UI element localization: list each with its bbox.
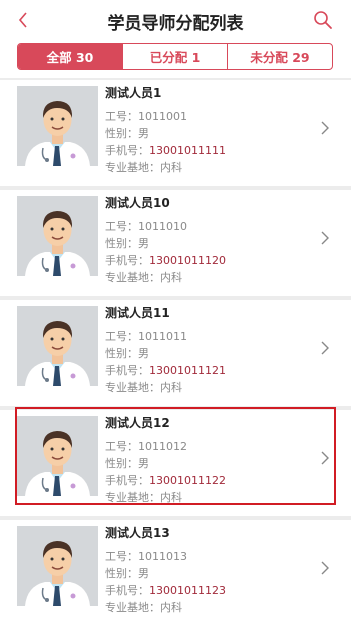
person-name: 测试人员10 bbox=[105, 196, 170, 210]
employee-id-label: 工号： bbox=[105, 330, 138, 343]
person-card[interactable]: 测试人员12 工号：1011012 性别：男 手机号：13001011122 专… bbox=[0, 410, 351, 516]
header-bar: 学员导师分配列表 bbox=[0, 0, 351, 40]
chevron-right-icon bbox=[320, 560, 330, 576]
tab-assigned[interactable]: 已分配 1 bbox=[122, 44, 227, 69]
gender: 男 bbox=[138, 457, 149, 470]
phone-number: 13001011121 bbox=[149, 364, 226, 377]
employee-id-row: 工号：1011010 bbox=[105, 218, 187, 234]
phone-number: 13001011123 bbox=[149, 584, 226, 597]
phone-label: 手机号： bbox=[105, 474, 149, 487]
phone-label: 手机号： bbox=[105, 364, 149, 377]
employee-id: 1011012 bbox=[138, 440, 187, 453]
specialty-base: 内科 bbox=[160, 271, 182, 284]
page-title: 学员导师分配列表 bbox=[107, 14, 244, 34]
gender-label: 性别： bbox=[105, 347, 138, 360]
avatar bbox=[17, 526, 98, 606]
base-row: 专业基地：内科 bbox=[105, 489, 182, 505]
chevron-right-icon bbox=[320, 340, 330, 356]
specialty-base: 内科 bbox=[160, 601, 182, 614]
base-label: 专业基地： bbox=[105, 381, 160, 394]
gender: 男 bbox=[138, 127, 149, 140]
person-name: 测试人员11 bbox=[105, 306, 170, 320]
avatar bbox=[17, 306, 98, 386]
avatar bbox=[17, 196, 98, 276]
employee-id: 1011010 bbox=[138, 220, 187, 233]
employee-id-row: 工号：1011011 bbox=[105, 328, 187, 344]
specialty-base: 内科 bbox=[160, 161, 182, 174]
gender-label: 性别： bbox=[105, 457, 138, 470]
person-card[interactable]: 测试人员10 工号：1011010 性别：男 手机号：13001011120 专… bbox=[0, 190, 351, 296]
employee-id-label: 工号： bbox=[105, 440, 138, 453]
phone-number: 13001011111 bbox=[149, 144, 226, 157]
employee-id-label: 工号： bbox=[105, 110, 138, 123]
phone-row: 手机号：13001011122 bbox=[105, 472, 226, 488]
phone-row: 手机号：13001011120 bbox=[105, 252, 226, 268]
phone-number: 13001011122 bbox=[149, 474, 226, 487]
chevron-right-icon bbox=[320, 450, 330, 466]
employee-id: 1011011 bbox=[138, 330, 187, 343]
employee-id: 1011013 bbox=[138, 550, 187, 563]
phone-label: 手机号： bbox=[105, 144, 149, 157]
gender-row: 性别：男 bbox=[105, 455, 149, 471]
employee-id-label: 工号： bbox=[105, 550, 138, 563]
phone-row: 手机号：13001011123 bbox=[105, 582, 226, 598]
employee-id-row: 工号：1011012 bbox=[105, 438, 187, 454]
avatar bbox=[17, 86, 98, 166]
base-row: 专业基地：内科 bbox=[105, 599, 182, 615]
base-row: 专业基地：内科 bbox=[105, 269, 182, 285]
gender-row: 性别：男 bbox=[105, 345, 149, 361]
specialty-base: 内科 bbox=[160, 381, 182, 394]
gender-row: 性别：男 bbox=[105, 125, 149, 141]
base-label: 专业基地： bbox=[105, 271, 160, 284]
person-card[interactable]: 测试人员13 工号：1011013 性别：男 手机号：13001011123 专… bbox=[0, 520, 351, 626]
employee-id-row: 工号：1011001 bbox=[105, 108, 187, 124]
person-name: 测试人员1 bbox=[105, 86, 162, 100]
tab-unassigned[interactable]: 未分配 29 bbox=[227, 44, 332, 69]
gender: 男 bbox=[138, 567, 149, 580]
person-card[interactable]: 测试人员1 工号：1011001 性别：男 手机号：13001011111 专业… bbox=[0, 80, 351, 186]
base-label: 专业基地： bbox=[105, 491, 160, 504]
avatar bbox=[17, 416, 98, 496]
employee-id: 1011001 bbox=[138, 110, 187, 123]
search-icon bbox=[312, 9, 334, 31]
base-row: 专业基地：内科 bbox=[105, 159, 182, 175]
employee-id-row: 工号：1011013 bbox=[105, 548, 187, 564]
gender: 男 bbox=[138, 347, 149, 360]
gender-row: 性别：男 bbox=[105, 565, 149, 581]
search-button[interactable] bbox=[312, 9, 334, 31]
filter-bar: 全部 30 已分配 1 未分配 29 bbox=[0, 40, 351, 78]
gender: 男 bbox=[138, 237, 149, 250]
chevron-right-icon bbox=[320, 230, 330, 246]
base-label: 专业基地： bbox=[105, 601, 160, 614]
person-name: 测试人员13 bbox=[105, 526, 170, 540]
base-row: 专业基地：内科 bbox=[105, 379, 182, 395]
gender-label: 性别： bbox=[105, 237, 138, 250]
segmented-control: 全部 30 已分配 1 未分配 29 bbox=[17, 43, 333, 70]
phone-row: 手机号：13001011121 bbox=[105, 362, 226, 378]
employee-id-label: 工号： bbox=[105, 220, 138, 233]
person-name: 测试人员12 bbox=[105, 416, 170, 430]
phone-row: 手机号：13001011111 bbox=[105, 142, 226, 158]
gender-label: 性别： bbox=[105, 567, 138, 580]
phone-label: 手机号： bbox=[105, 584, 149, 597]
person-card[interactable]: 测试人员11 工号：1011011 性别：男 手机号：13001011121 专… bbox=[0, 300, 351, 406]
phone-label: 手机号： bbox=[105, 254, 149, 267]
gender-row: 性别：男 bbox=[105, 235, 149, 251]
specialty-base: 内科 bbox=[160, 491, 182, 504]
gender-label: 性别： bbox=[105, 127, 138, 140]
tab-all[interactable]: 全部 30 bbox=[18, 44, 122, 69]
base-label: 专业基地： bbox=[105, 161, 160, 174]
chevron-right-icon bbox=[320, 120, 330, 136]
phone-number: 13001011120 bbox=[149, 254, 226, 267]
